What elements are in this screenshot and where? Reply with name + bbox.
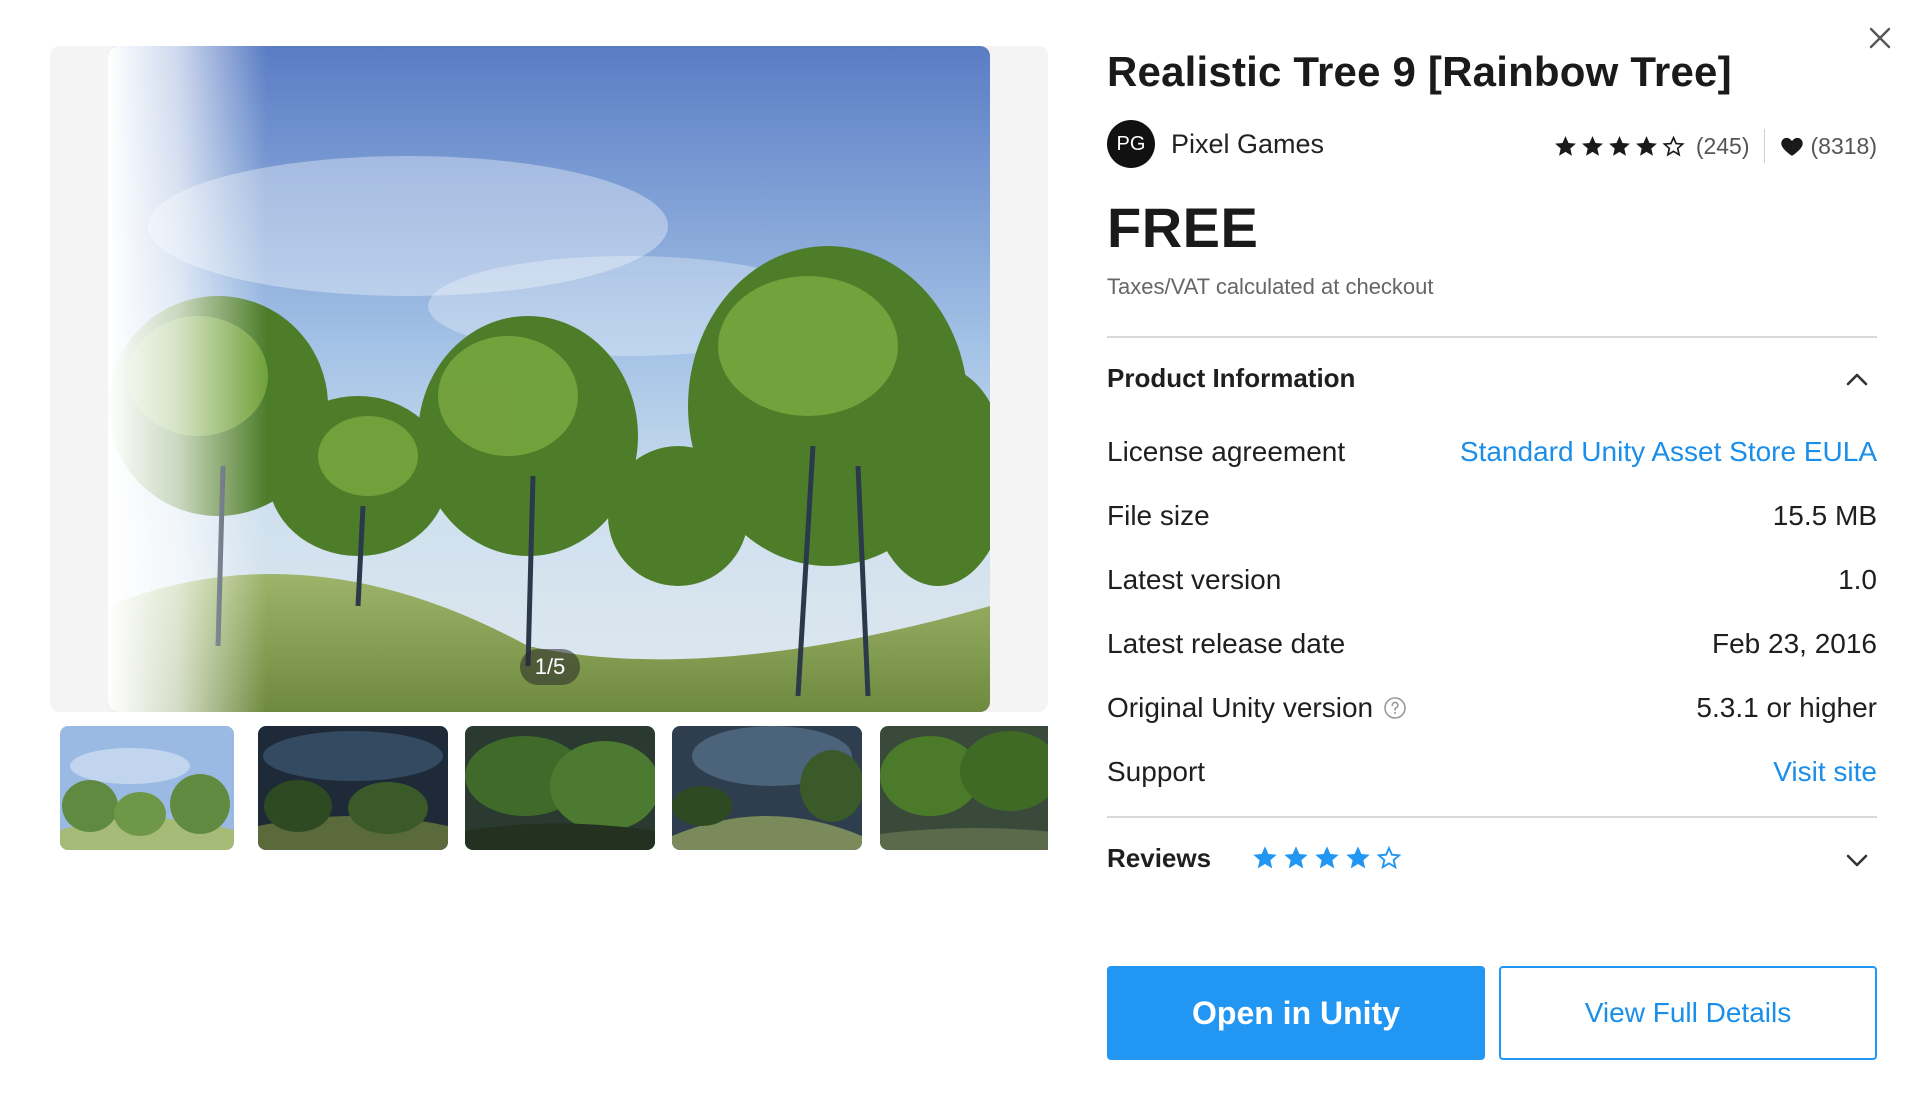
info-label: Original Unity version — [1107, 676, 1407, 740]
product-title: Realistic Tree 9 [Rainbow Tree] — [1107, 48, 1732, 95]
star-icon — [1554, 135, 1576, 156]
price: FREE — [1107, 196, 1259, 259]
thumbnail-strip — [50, 726, 1048, 850]
product-panel: Realistic Tree 9 [Rainbow Tree] PG Pixel… — [1107, 40, 1877, 1060]
image-gallery: 1/5 — [50, 46, 1048, 850]
help-icon[interactable] — [1383, 696, 1407, 720]
publisher-name[interactable]: Pixel Games — [1171, 120, 1324, 168]
product-info-header[interactable]: Product Information — [1107, 338, 1877, 418]
image-counter: 1/5 — [520, 649, 580, 685]
info-value: 1.0 — [1838, 564, 1877, 595]
info-row-release-date: Latest release date Feb 23, 2016 — [1107, 612, 1877, 676]
thumbnail-2[interactable] — [258, 726, 448, 850]
info-label: Latest release date — [1107, 628, 1346, 659]
heart-icon[interactable] — [1779, 133, 1805, 159]
info-value: 5.3.1 or higher — [1696, 692, 1877, 723]
chevron-up-icon[interactable] — [1843, 366, 1871, 394]
chevron-down-icon[interactable] — [1843, 846, 1871, 874]
support-link[interactable]: Visit site — [1773, 740, 1877, 804]
info-label: License agreement — [1107, 436, 1346, 467]
info-row-latest-version: Latest version 1.0 — [1107, 548, 1877, 612]
star-icon — [1608, 135, 1630, 156]
main-preview-image[interactable] — [108, 46, 990, 712]
divider — [1763, 129, 1765, 163]
reviews-title: Reviews — [1107, 843, 1212, 873]
star-icon — [1346, 846, 1370, 869]
main-image-frame: 1/5 — [50, 46, 1048, 712]
star-outline-icon — [1376, 845, 1402, 870]
info-value: Feb 23, 2016 — [1711, 628, 1877, 659]
info-label: File size — [1107, 500, 1210, 531]
view-full-details-button[interactable]: View Full Details — [1499, 966, 1877, 1060]
reviews-stars — [1251, 844, 1403, 872]
rating-count[interactable]: (245) — [1696, 133, 1750, 160]
star-icon — [1253, 846, 1277, 869]
publisher-row: PG Pixel Games (245) (8318) — [1107, 114, 1877, 174]
product-info-title: Product Information — [1107, 363, 1356, 393]
star-outline-icon — [1662, 135, 1685, 156]
star-icon — [1315, 846, 1339, 869]
thumbnail-3[interactable] — [465, 726, 655, 850]
license-link[interactable]: Standard Unity Asset Store EULA — [1460, 420, 1877, 484]
rating-stars — [1553, 134, 1686, 159]
info-row-license: License agreement Standard Unity Asset S… — [1107, 420, 1877, 484]
product-info-list: License agreement Standard Unity Asset S… — [1107, 420, 1877, 804]
reviews-header[interactable]: Reviews — [1107, 818, 1877, 898]
thumbnail-5[interactable] — [880, 726, 1048, 850]
favorites-count: (8318) — [1810, 132, 1877, 159]
rating-summary: (245) (8318) — [1553, 128, 1877, 164]
taxes-note: Taxes/VAT calculated at checkout — [1107, 274, 1434, 299]
star-icon — [1635, 135, 1657, 156]
star-icon — [1581, 135, 1603, 156]
info-row-support: Support Visit site — [1107, 740, 1877, 804]
action-buttons: Open in Unity View Full Details — [1107, 966, 1877, 1060]
publisher-avatar[interactable]: PG — [1107, 120, 1155, 168]
info-label: Latest version — [1107, 564, 1282, 595]
info-row-unity-version: Original Unity version 5.3.1 or higher — [1107, 676, 1877, 740]
info-label: Support — [1107, 756, 1206, 787]
thumbnail-1[interactable] — [60, 726, 234, 850]
open-in-unity-button[interactable]: Open in Unity — [1107, 966, 1485, 1060]
info-value: 15.5 MB — [1772, 500, 1877, 531]
star-icon — [1284, 846, 1308, 869]
info-row-file-size: File size 15.5 MB — [1107, 484, 1877, 548]
thumbnail-4[interactable] — [672, 726, 862, 850]
info-label-text: Original Unity version — [1107, 692, 1374, 723]
